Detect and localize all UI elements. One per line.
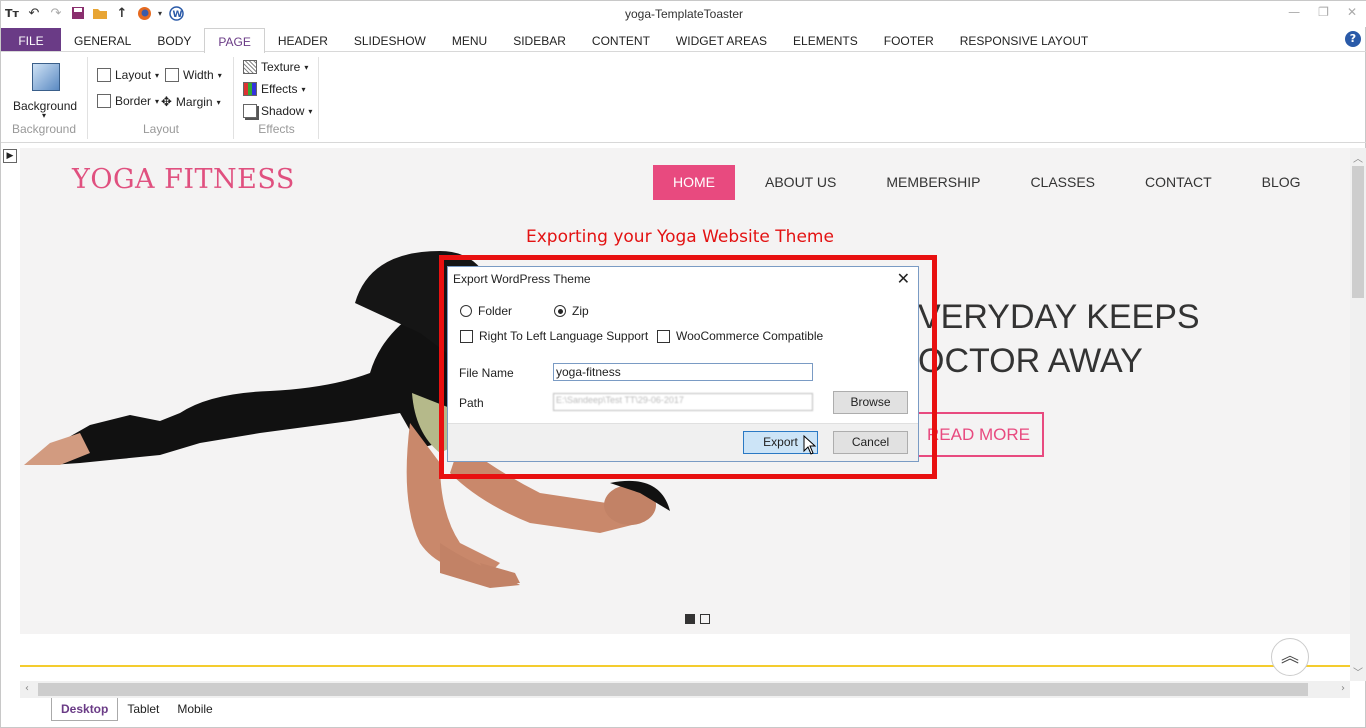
dialog-footer: Export Cancel bbox=[448, 423, 918, 461]
horizontal-scrollbar[interactable]: ‹ › bbox=[20, 681, 1350, 698]
close-icon[interactable]: ✕ bbox=[897, 269, 910, 289]
nav-classes[interactable]: CLASSES bbox=[1005, 165, 1120, 200]
tab-file[interactable]: FILE bbox=[1, 28, 61, 51]
background-dropdown-icon[interactable]: ▾ bbox=[42, 111, 46, 120]
scroll-to-top-icon[interactable]: ︽ bbox=[1271, 638, 1309, 676]
window-title: yoga-TemplateToaster bbox=[624, 7, 744, 21]
scroll-up-icon[interactable]: ︿ bbox=[1353, 150, 1363, 165]
folder-radio-circle[interactable] bbox=[460, 305, 472, 317]
window-controls: — ❐ ✕ bbox=[1288, 5, 1357, 19]
scroll-left-icon[interactable]: ‹ bbox=[25, 683, 29, 694]
minimize-icon[interactable]: — bbox=[1288, 5, 1300, 19]
content-strip bbox=[20, 634, 1350, 681]
background-brush-icon[interactable] bbox=[32, 63, 60, 91]
texture-button[interactable]: Texture ▾ bbox=[243, 60, 308, 74]
layout-group: Layout ▾ Width ▾ Border ▾ ✥ Margin ▾ Layout bbox=[89, 57, 234, 139]
view-tab-tablet[interactable]: Tablet bbox=[118, 698, 168, 721]
site-nav: HOME ABOUT US MEMBERSHIP CLASSES CONTACT… bbox=[653, 165, 1326, 200]
site-logo: YOGA FITNESS bbox=[72, 164, 295, 195]
browse-button[interactable]: Browse bbox=[833, 391, 908, 414]
view-tab-mobile[interactable]: Mobile bbox=[168, 698, 221, 721]
file-name-label: File Name bbox=[459, 366, 514, 380]
layout-icon bbox=[97, 68, 111, 82]
width-button[interactable]: Width ▾ bbox=[165, 68, 222, 82]
hero-heading-line1: VERYDAY KEEPS bbox=[918, 298, 1200, 336]
layout-button[interactable]: Layout ▾ bbox=[97, 68, 159, 82]
layout-group-label: Layout bbox=[142, 122, 180, 136]
effects-button[interactable]: Effects ▾ bbox=[243, 82, 305, 96]
slide-dot-2[interactable] bbox=[700, 614, 710, 624]
effects-group: Texture ▾ Effects ▾ Shadow ▾ Effects bbox=[235, 57, 319, 139]
tab-header[interactable]: HEADER bbox=[265, 28, 341, 51]
title-bar: Tт ↶ ↷ ↑ ▾ W yoga-TemplateToaster — ❐ ✕ bbox=[1, 1, 1366, 27]
vertical-scroll-thumb[interactable] bbox=[1352, 166, 1364, 298]
slider-dots bbox=[685, 614, 710, 624]
tab-footer[interactable]: FOOTER bbox=[871, 28, 947, 51]
nav-contact[interactable]: CONTACT bbox=[1120, 165, 1237, 200]
scroll-right-icon[interactable]: › bbox=[1341, 683, 1345, 694]
nav-membership[interactable]: MEMBERSHIP bbox=[861, 165, 1005, 200]
background-group: Background ▾ Background bbox=[1, 57, 88, 139]
texture-icon bbox=[243, 60, 257, 74]
close-window-icon[interactable]: ✕ bbox=[1347, 5, 1357, 19]
woocommerce-checkbox[interactable]: WooCommerce Compatible bbox=[657, 329, 823, 343]
nav-home[interactable]: HOME bbox=[653, 165, 735, 200]
rtl-checkbox-box[interactable] bbox=[460, 329, 473, 343]
path-input[interactable]: E:\Sandeep\Test TT\29-06-2017 bbox=[553, 393, 813, 411]
background-group-label: Background bbox=[11, 122, 77, 136]
shadow-button[interactable]: Shadow ▾ bbox=[243, 104, 312, 118]
mouse-cursor-icon bbox=[803, 435, 817, 455]
zip-radio[interactable]: Zip bbox=[554, 304, 589, 318]
tab-slideshow[interactable]: SLIDESHOW bbox=[341, 28, 439, 51]
border-icon bbox=[97, 94, 111, 108]
rtl-checkbox[interactable]: Right To Left Language Support bbox=[460, 329, 648, 343]
ribbon: Background ▾ Background Layout ▾ Width ▾ B… bbox=[1, 53, 1366, 143]
tab-sidebar[interactable]: SIDEBAR bbox=[500, 28, 579, 51]
file-name-input[interactable]: yoga-fitness bbox=[553, 363, 813, 381]
help-icon[interactable]: ? bbox=[1345, 31, 1361, 47]
tab-elements[interactable]: ELEMENTS bbox=[780, 28, 871, 51]
width-icon bbox=[165, 68, 179, 82]
horizontal-scroll-thumb[interactable] bbox=[38, 683, 1308, 696]
effects-group-label: Effects bbox=[258, 122, 295, 136]
margin-icon: ✥ bbox=[161, 94, 172, 109]
tab-responsive-layout[interactable]: RESPONSIVE LAYOUT bbox=[947, 28, 1101, 51]
tab-menu[interactable]: MENU bbox=[439, 28, 500, 51]
tab-body[interactable]: BODY bbox=[144, 28, 204, 51]
tab-page[interactable]: PAGE bbox=[204, 28, 265, 53]
export-dialog: Export WordPress Theme ✕ Folder Zip Righ… bbox=[447, 266, 919, 462]
vertical-scrollbar[interactable]: ︿ ﹀ bbox=[1350, 148, 1366, 681]
nav-blog[interactable]: BLOG bbox=[1237, 165, 1326, 200]
section-divider bbox=[20, 665, 1350, 667]
tab-widget-areas[interactable]: WIDGET AREAS bbox=[663, 28, 780, 51]
hero-heading-line2: OCTOR AWAY bbox=[918, 342, 1143, 380]
folder-radio[interactable]: Folder bbox=[460, 304, 512, 318]
zip-radio-circle[interactable] bbox=[554, 305, 566, 317]
margin-button[interactable]: ✥ Margin ▾ bbox=[161, 94, 221, 110]
nav-about-us[interactable]: ABOUT US bbox=[740, 165, 861, 200]
border-button[interactable]: Border ▾ bbox=[97, 94, 159, 108]
dialog-title: Export WordPress Theme bbox=[453, 272, 591, 286]
app-window: Tт ↶ ↷ ↑ ▾ W yoga-TemplateToaster — ❐ ✕ … bbox=[0, 0, 1366, 728]
slide-dot-1[interactable] bbox=[685, 614, 695, 624]
tab-content[interactable]: CONTENT bbox=[579, 28, 663, 51]
view-tab-desktop[interactable]: Desktop bbox=[51, 698, 119, 721]
path-label: Path bbox=[459, 396, 484, 410]
view-tabs: Desktop Tablet Mobile bbox=[51, 698, 222, 721]
scroll-down-icon[interactable]: ﹀ bbox=[1353, 664, 1363, 679]
cancel-button[interactable]: Cancel bbox=[833, 431, 908, 454]
woocommerce-checkbox-box[interactable] bbox=[657, 329, 670, 343]
shadow-icon bbox=[243, 104, 257, 118]
ribbon-tabs: FILE GENERAL BODY PAGE HEADER SLIDESHOW … bbox=[1, 28, 1366, 53]
restore-icon[interactable]: ❐ bbox=[1318, 5, 1329, 19]
tab-general[interactable]: GENERAL bbox=[61, 28, 144, 51]
panel-expand-icon[interactable]: ▶ bbox=[3, 149, 17, 163]
effects-icon bbox=[243, 82, 257, 96]
